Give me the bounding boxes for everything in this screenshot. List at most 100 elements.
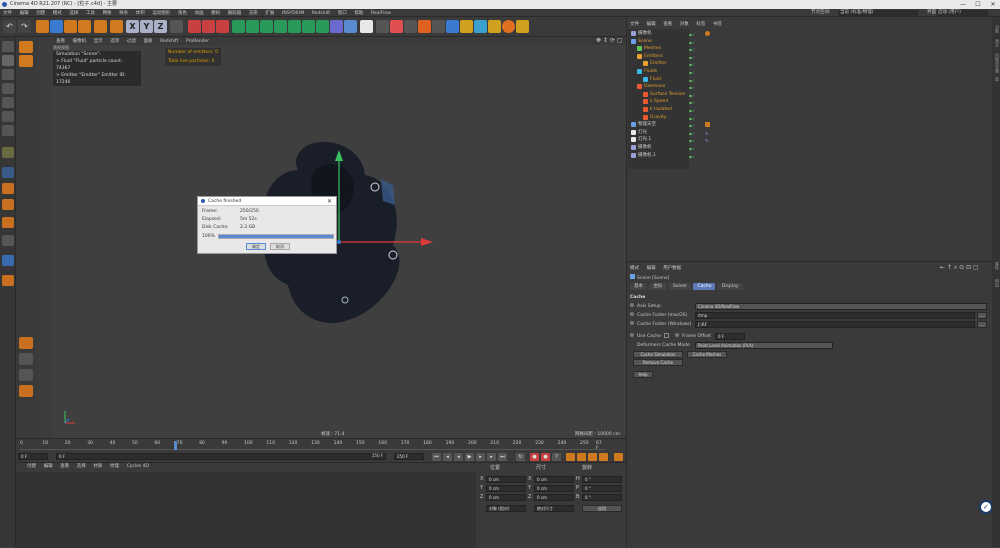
cloner-icon[interactable] xyxy=(288,20,301,33)
object-row[interactable]: Emitters ▪✓ xyxy=(627,53,993,61)
magnet-tool-icon[interactable] xyxy=(19,369,33,381)
object-row[interactable]: k Isolated ▪✓ xyxy=(627,106,993,114)
move-gizmo[interactable] xyxy=(323,145,443,255)
om-menu-object[interactable]: 对象 xyxy=(677,21,692,29)
autokey-icon[interactable]: ● xyxy=(541,453,550,461)
size-mode-select[interactable]: 绝对尺寸 xyxy=(534,505,574,512)
end-frame-field[interactable]: 250 F xyxy=(394,453,424,460)
om-menu-file[interactable]: 文件 xyxy=(627,21,642,29)
browse-win-button[interactable]: ... xyxy=(977,321,987,328)
plugin-s-icon[interactable] xyxy=(502,20,515,33)
y-arrow-icon[interactable] xyxy=(335,150,343,161)
plugin-b-icon[interactable] xyxy=(474,20,487,33)
object-row[interactable]: Fluid ▪✓ xyxy=(627,76,993,84)
timeline-window-icon[interactable] xyxy=(614,453,623,461)
next-frame-icon[interactable]: ▸ xyxy=(476,453,485,461)
key-param-icon[interactable] xyxy=(599,453,608,461)
material-menu-select[interactable]: 选择 xyxy=(74,463,89,471)
subdivision-icon[interactable] xyxy=(260,20,273,33)
loop-icon[interactable]: ↻ xyxy=(516,453,525,461)
cache-folder-mac-input[interactable]: /tmp xyxy=(695,312,975,319)
tab-coord[interactable]: 坐标 xyxy=(649,283,667,290)
axis-x-button[interactable]: X xyxy=(126,20,139,33)
position-y-field[interactable]: 0 cm xyxy=(486,485,526,492)
render-view-icon[interactable] xyxy=(188,20,201,33)
viewport-nav-icon[interactable]: ✥ ↕ ⟳ ▢ xyxy=(593,37,625,45)
tag-icon[interactable] xyxy=(705,31,710,36)
object-row[interactable]: Fluids ▪✓ xyxy=(627,68,993,76)
object-row[interactable]: 灯光 ▪✓ ✎ xyxy=(627,129,993,137)
record-icon[interactable]: ● xyxy=(530,453,539,461)
visibility-icons[interactable]: ▪✓ xyxy=(689,31,703,37)
help-button[interactable]: Help xyxy=(633,371,653,378)
side-tab-layers[interactable]: 层 xyxy=(992,77,1000,81)
material-menu-cycles4d[interactable]: Cycles 4D xyxy=(124,463,152,471)
side-tab-takes[interactable]: 场次 xyxy=(992,39,1000,47)
sculpt-icon[interactable] xyxy=(2,217,14,228)
material-menu-edit[interactable]: 编辑 xyxy=(41,463,56,471)
viewport[interactable]: 透视视图 Simulation "Scene": > Fluid "Fluid"… xyxy=(53,45,626,438)
remove-cache-button[interactable]: Remove Cache xyxy=(633,359,683,366)
material-menu-view[interactable]: 查看 xyxy=(57,463,72,471)
rotation-h-field[interactable]: 0 ° xyxy=(582,476,622,483)
side-tab-objects[interactable]: 对象 xyxy=(992,25,1000,33)
object-row[interactable]: Scene ▪✓ xyxy=(627,38,993,46)
tab-basic[interactable]: 基本 xyxy=(630,283,647,290)
ok-button[interactable]: 确定 xyxy=(246,243,266,250)
close-button[interactable]: ✕ xyxy=(986,0,1000,9)
key-rotation-icon[interactable] xyxy=(588,453,597,461)
cache-meshes-button[interactable]: Cache Meshes xyxy=(687,351,727,358)
move-icon[interactable] xyxy=(50,20,63,33)
start-frame-field[interactable]: 0 F xyxy=(18,453,48,460)
axis-y-button[interactable]: Y xyxy=(140,20,153,33)
maximize-button[interactable]: ☐ xyxy=(971,0,985,9)
param-dot-icon[interactable] xyxy=(630,303,634,307)
object-row[interactable]: 摄像机 ▪✓ xyxy=(627,30,993,38)
visibility-icons[interactable]: ▪✓ xyxy=(689,153,695,161)
floor-icon[interactable] xyxy=(316,20,329,33)
material-menu-material[interactable]: 材质 xyxy=(90,463,105,471)
keyframe-selection-icon[interactable]: ? xyxy=(552,453,561,461)
snap-icon[interactable] xyxy=(2,167,14,178)
axis-z-button[interactable]: Z xyxy=(154,20,167,33)
render-settings-icon[interactable] xyxy=(216,20,229,33)
position-z-field[interactable]: 0 cm xyxy=(486,494,526,501)
param-dot-icon[interactable] xyxy=(630,312,634,316)
om-menu-view[interactable]: 查看 xyxy=(660,21,675,29)
extrude-tool-icon[interactable] xyxy=(19,385,33,397)
goto-end-icon[interactable]: ⏭ xyxy=(498,453,507,461)
uv-icon[interactable] xyxy=(2,255,14,266)
object-row[interactable]: Gravity ▪✓ xyxy=(627,114,993,122)
layout-select[interactable]: 启动 (用户) xyxy=(936,10,988,16)
node-space-select[interactable]: 当前 (标准/物理) xyxy=(838,10,918,16)
param-dot-icon[interactable] xyxy=(630,321,634,325)
workplane-icon[interactable] xyxy=(2,83,14,94)
plugin-logo-icon[interactable]: ✓ xyxy=(979,500,993,514)
object-row[interactable]: Surface Tension ▪✓ xyxy=(627,91,993,99)
light-icon[interactable] xyxy=(344,20,357,33)
om-menu-tags[interactable]: 标签 xyxy=(693,21,708,29)
make-editable-icon[interactable] xyxy=(2,41,14,52)
add-tool-icon[interactable] xyxy=(19,41,33,53)
live-select-icon[interactable] xyxy=(36,20,49,33)
brush-icon[interactable] xyxy=(2,275,14,286)
tag-icon[interactable] xyxy=(705,122,710,128)
prev-key-icon[interactable]: ◂ xyxy=(443,453,452,461)
deformer-icon[interactable] xyxy=(302,20,315,33)
prev-frame-icon[interactable]: ◂ xyxy=(454,453,463,461)
rotation-p-field[interactable]: 0 ° xyxy=(582,485,622,492)
material-menu-texture[interactable]: 纹理 xyxy=(107,463,122,471)
locked-workplane-icon[interactable] xyxy=(2,199,14,210)
rotation-b-field[interactable]: 0 ° xyxy=(582,494,622,501)
object-row[interactable]: Emitter ▪✓ xyxy=(627,60,993,68)
redshift-camera-icon[interactable] xyxy=(376,20,389,33)
side-tab-structure[interactable]: 构造 xyxy=(992,279,1000,287)
attr-nav-icons[interactable]: ← ↑ ⌕ ⊙ ⊡ ▢ xyxy=(937,264,982,272)
side-tab-attributes[interactable]: 属性 xyxy=(992,262,1000,270)
attr-menu-userdata[interactable]: 用户数据 xyxy=(660,265,684,273)
cache-simulation-button[interactable]: Cache Simulation xyxy=(633,351,683,358)
realflow-icon[interactable] xyxy=(418,20,431,33)
goto-start-icon[interactable]: ⏮ xyxy=(432,453,441,461)
knife-tool-icon[interactable] xyxy=(19,353,33,365)
undo-icon[interactable]: ↶ xyxy=(3,20,16,33)
